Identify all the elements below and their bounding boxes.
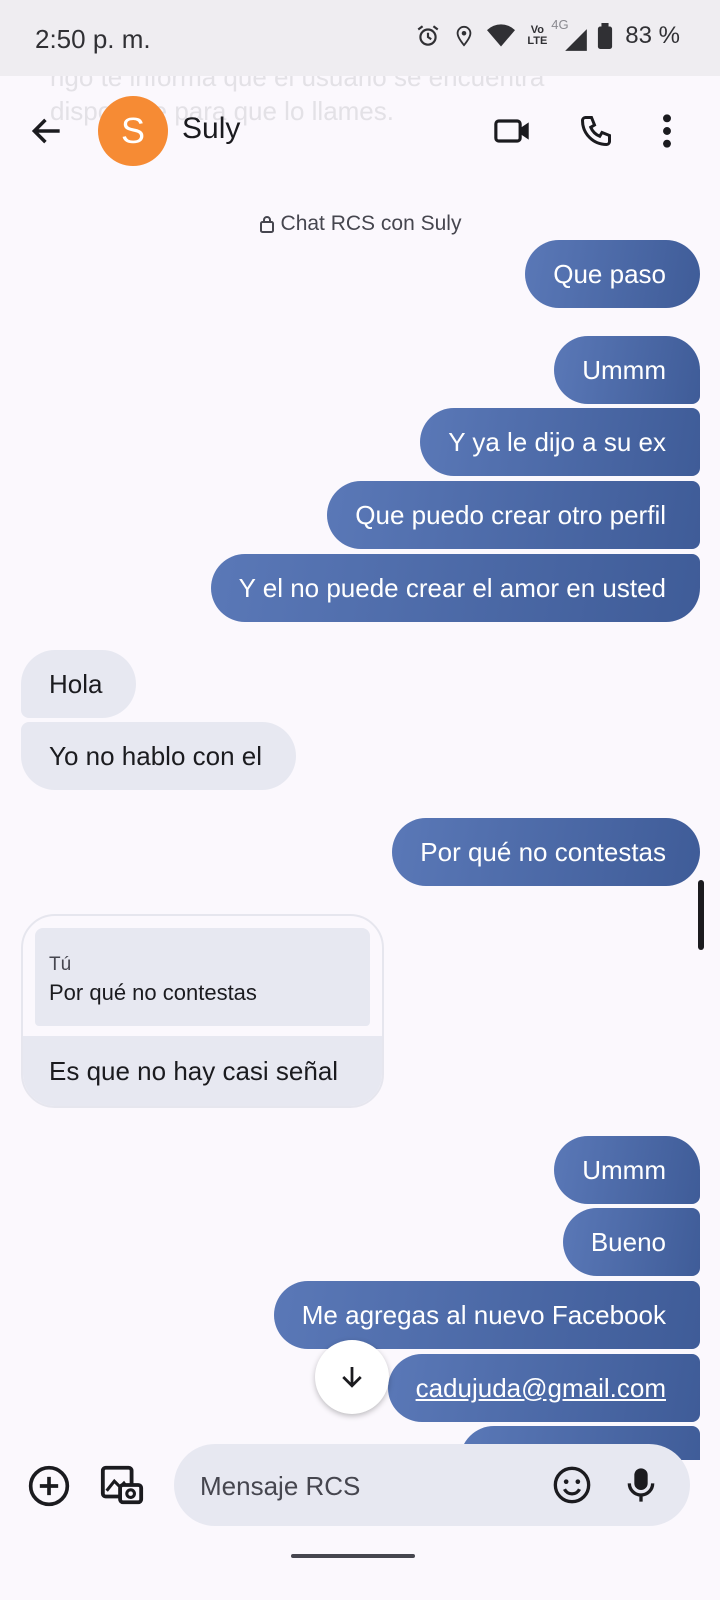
message-bubble[interactable]: Que paso: [525, 240, 700, 308]
message-bubble[interactable]: Hola: [21, 650, 137, 718]
gesture-handle[interactable]: [291, 1554, 415, 1558]
signal-icon: [565, 29, 588, 51]
video-call-icon[interactable]: [493, 112, 533, 150]
scrollbar[interactable]: [698, 880, 704, 950]
message-bubble[interactable]: Bueno: [562, 1208, 700, 1276]
phone-icon[interactable]: [578, 112, 614, 150]
location-icon: [456, 25, 472, 47]
volte-bottom: LTE: [527, 35, 548, 47]
quoted-author: Tú: [49, 954, 72, 975]
message-bubble[interactable]: Y ya le dijo a su ex: [420, 408, 700, 476]
conversation[interactable]: Chat RCS con Suly Que paso Ummm Y ya le …: [0, 186, 720, 1460]
volte-indicator: Vo LTE: [527, 25, 547, 47]
emoji-icon[interactable]: [552, 1465, 592, 1505]
status-bar: 2:50 p. m. Vo LTE 4G 83 %: [0, 0, 720, 76]
back-arrow-icon[interactable]: [28, 112, 66, 150]
lock-icon: [259, 216, 274, 233]
message-bubble[interactable]: Y el no puede crear el amor en usted: [210, 554, 700, 622]
battery-icon: [598, 23, 613, 49]
reply-text: Es que no hay casi señal: [23, 1036, 382, 1106]
contact-name[interactable]: Suly: [182, 112, 240, 146]
quoted-text: Por qué no contestas: [49, 980, 257, 1005]
email-message-bubble[interactable]: cadujuda@gmail.com: [387, 1354, 700, 1422]
signal-cluster: 4G: [551, 17, 588, 51]
rcs-note-text: Chat RCS con Suly: [280, 212, 462, 235]
alarm-icon: [417, 25, 439, 46]
add-circle-icon[interactable]: [27, 1464, 71, 1508]
message-input[interactable]: [198, 1444, 532, 1528]
message-bubble[interactable]: Me agregas al nuevo Facebook: [273, 1281, 700, 1349]
mic-icon[interactable]: [624, 1465, 658, 1505]
wifi-icon: [487, 24, 516, 47]
status-time: 2:50 p. m.: [35, 24, 151, 54]
message-bubble[interactable]: Por qué no contestas: [392, 818, 700, 886]
composer-bar: [0, 1444, 720, 1600]
message-bubble[interactable]: Ummm: [554, 1136, 700, 1204]
email-link[interactable]: cadujuda@gmail.com: [416, 1373, 666, 1404]
more-vert-icon[interactable]: [657, 112, 677, 150]
avatar[interactable]: S: [98, 96, 168, 166]
battery-level: 83 %: [625, 22, 680, 49]
message-bubble[interactable]: Que puedo crear otro perfil: [327, 481, 700, 549]
message-composer[interactable]: [174, 1444, 690, 1528]
arrow-down-icon: [342, 1367, 362, 1388]
avatar-letter: S: [120, 110, 145, 151]
gallery-icon[interactable]: [99, 1462, 145, 1508]
scroll-to-bottom-button[interactable]: [315, 1340, 389, 1414]
reply-message-bubble[interactable]: Tú Por qué no contestas Es que no hay ca…: [21, 914, 384, 1108]
quoted-message[interactable]: Tú Por qué no contestas: [35, 928, 370, 1026]
message-bubble[interactable]: Yo no hablo con el: [21, 722, 297, 790]
app-bar: S Suly: [0, 76, 720, 186]
message-bubble[interactable]: Ummm: [554, 336, 700, 404]
status-icons: Vo LTE 4G 83 %: [415, 17, 680, 51]
rcs-note: Chat RCS con Suly: [0, 212, 720, 236]
